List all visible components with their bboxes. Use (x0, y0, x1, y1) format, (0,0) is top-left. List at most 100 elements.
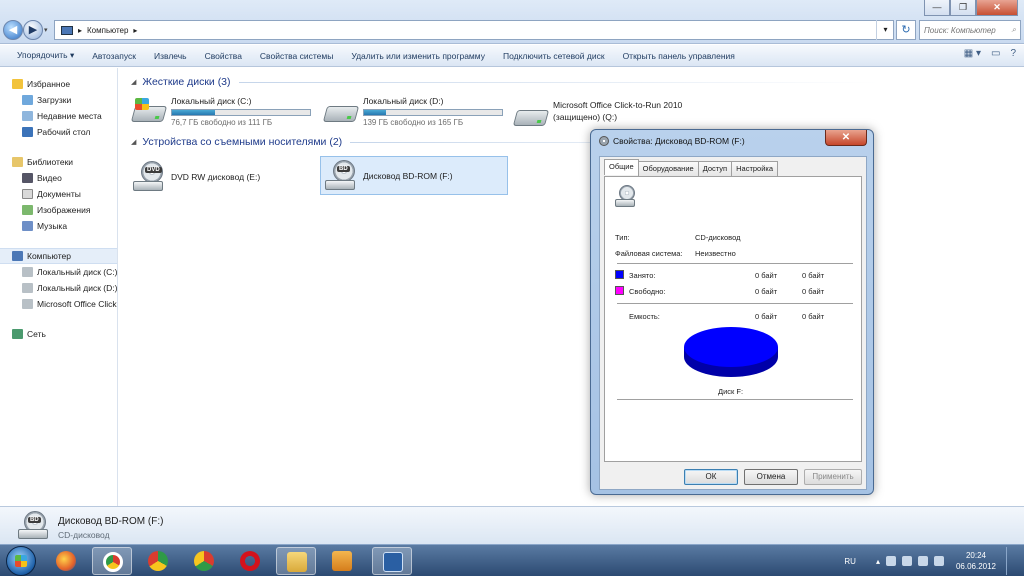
chrome-icon (148, 551, 168, 571)
taskbar-chrome-1[interactable] (92, 547, 132, 575)
close-button[interactable]: ✕ (976, 0, 1018, 16)
start-button[interactable] (6, 546, 36, 576)
show-desktop-button[interactable] (1006, 547, 1018, 575)
hard-drive-icon (322, 96, 360, 128)
nav-label: Загрузки (37, 95, 72, 105)
tab-customize[interactable]: Настройка (731, 161, 779, 177)
nav-recent-places[interactable]: Недавние места (22, 108, 102, 124)
breadcrumb-separator-icon[interactable]: ▸ (133, 26, 137, 35)
nav-libraries[interactable]: Библиотеки (12, 154, 73, 170)
help-icon[interactable]: ? (1010, 48, 1016, 59)
open-control-panel-button[interactable]: Открыть панель управления (614, 51, 744, 61)
desktop-icon (22, 127, 33, 137)
group-label: Устройства со съемными носителями (2) (142, 136, 343, 148)
tab-general[interactable]: Общие (604, 159, 639, 175)
breadcrumb-computer[interactable]: Компьютер (87, 26, 128, 35)
minimize-button[interactable]: — (924, 0, 950, 16)
star-icon (12, 79, 23, 89)
tab-hardware[interactable]: Оборудование (637, 161, 699, 177)
drive-usage-fill (172, 110, 215, 115)
language-indicator[interactable]: RU (844, 557, 856, 566)
flag-icon[interactable] (885, 556, 896, 566)
dvd-drive-tile[interactable]: DVD DVD RW дисковод (E:) (131, 158, 317, 196)
filesystem-label: Файловая система: (615, 249, 683, 258)
system-properties-button[interactable]: Свойства системы (251, 51, 342, 61)
nav-computer[interactable]: Компьютер (0, 248, 117, 264)
eject-button[interactable]: Извлечь (145, 51, 196, 61)
show-hidden-icons[interactable]: ▴ (876, 557, 880, 566)
nav-music[interactable]: Музыка (22, 218, 67, 234)
properties-button[interactable]: Свойства (196, 51, 251, 61)
forward-button[interactable]: ▶ (23, 20, 43, 40)
disk-usage-pie (684, 327, 778, 377)
dialog-body: Общие Оборудование Доступ Настройка Тип:… (599, 156, 867, 490)
dialog-title-bar: Свойства: Дисковод BD-ROM (F:) (599, 136, 745, 146)
hard-drive-icon (22, 299, 33, 309)
nav-favorites[interactable]: Избранное (12, 76, 70, 92)
network-icon[interactable] (917, 556, 928, 566)
pie-top (684, 327, 778, 367)
clock[interactable]: 20:24 06.06.2012 (956, 550, 996, 572)
collapse-triangle-icon[interactable]: ◢ (131, 138, 136, 146)
hard-drive-icon (22, 267, 33, 277)
drive-name: Локальный диск (D:) (363, 96, 444, 106)
bd-tag: BD (28, 517, 41, 523)
nav-images[interactable]: Изображения (22, 202, 90, 218)
drive-name: Microsoft Office Click-to-Run 2010 (553, 100, 683, 110)
address-bar[interactable]: ▸ Компьютер ▸ (54, 20, 894, 40)
dialog-close-button[interactable]: ✕ (825, 130, 867, 146)
divider (617, 399, 853, 400)
nav-documents[interactable]: Документы (22, 186, 81, 202)
tab-sharing[interactable]: Доступ (697, 161, 733, 177)
back-button[interactable]: ◀ (3, 20, 23, 40)
device-icon[interactable] (901, 556, 912, 566)
nav-office-drive[interactable]: Microsoft Office Click-to-Run (22, 296, 117, 312)
volume-icon[interactable] (933, 556, 944, 566)
nav-desktop[interactable]: Рабочий стол (22, 124, 90, 140)
taskbar-chrome-2[interactable] (138, 547, 178, 575)
drive-c-tile[interactable]: Локальный диск (C:) 76,7 ГБ свободно из … (130, 96, 317, 132)
nav-downloads[interactable]: Загрузки (22, 92, 71, 108)
autoplay-button[interactable]: Автозапуск (83, 51, 145, 61)
drive-usage-bar (363, 109, 503, 116)
taskbar-properties-window[interactable] (372, 547, 412, 575)
taskbar-media-player[interactable] (322, 547, 362, 575)
collapse-triangle-icon[interactable]: ◢ (131, 78, 136, 86)
address-dropdown-button[interactable]: ▾ (876, 20, 894, 40)
taskbar-firefox[interactable] (46, 547, 86, 575)
taskbar-chrome-3[interactable] (184, 547, 224, 575)
organize-button[interactable]: Упорядочить ▾ (8, 50, 83, 61)
search-box[interactable]: ⌕ (919, 20, 1021, 40)
bd-drive-tile[interactable]: BD Дисковод BD-ROM (F:) (320, 156, 508, 195)
cancel-button[interactable]: Отмена (744, 469, 798, 485)
recent-pages-dropdown[interactable]: ▾ (44, 26, 48, 34)
uninstall-program-button[interactable]: Удалить или изменить программу (342, 51, 494, 61)
type-value: CD-дисковод (695, 233, 741, 242)
drive-name: DVD RW дисковод (E:) (171, 172, 261, 182)
group-hard-drives[interactable]: ◢ Жесткие диски (3) (131, 76, 879, 88)
drive-d-tile[interactable]: Локальный диск (D:) 139 ГБ свободно из 1… (322, 96, 509, 132)
taskbar-opera[interactable] (230, 547, 270, 575)
view-options-icon[interactable]: ▦ ▾ (964, 48, 981, 59)
nav-network[interactable]: Сеть (12, 326, 46, 342)
divider (617, 263, 853, 264)
drive-name: Локальный диск (C:) (171, 96, 252, 106)
nav-local-disk-d[interactable]: Локальный диск (D:) (22, 280, 117, 296)
map-network-drive-button[interactable]: Подключить сетевой диск (494, 51, 614, 61)
hard-drive-icon (130, 96, 168, 128)
apply-button[interactable]: Применить (804, 469, 862, 485)
preview-pane-icon[interactable]: ▭ (991, 48, 1000, 59)
breadcrumb-separator-icon[interactable]: ▸ (78, 26, 82, 35)
nav-local-disk-c[interactable]: Локальный диск (C:) (22, 264, 117, 280)
taskbar-explorer[interactable] (276, 547, 316, 575)
folder-icon (287, 552, 307, 572)
video-icon (22, 173, 33, 183)
clock-time: 20:24 (965, 551, 986, 560)
media-player-icon (332, 551, 352, 571)
ok-button[interactable]: ОК (684, 469, 738, 485)
maximize-button[interactable]: ❐ (950, 0, 976, 16)
refresh-button[interactable]: ↻ (896, 20, 916, 40)
nav-video[interactable]: Видео (22, 170, 62, 186)
search-input[interactable] (924, 25, 1004, 35)
dvd-tag: DVD (145, 167, 162, 173)
